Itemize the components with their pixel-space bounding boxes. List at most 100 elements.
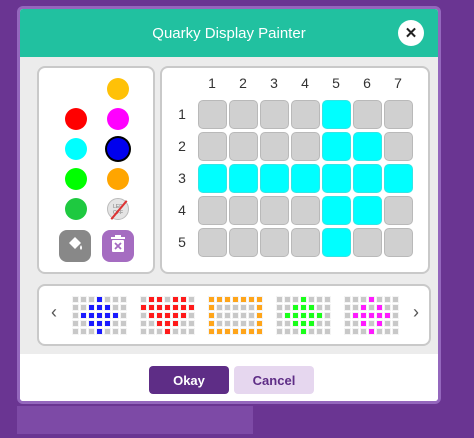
preset-pattern[interactable] <box>208 296 264 336</box>
preset-cell <box>156 304 163 311</box>
chevron-left-icon[interactable]: ‹ <box>51 302 57 323</box>
led-cell[interactable] <box>353 132 382 161</box>
led-cell[interactable] <box>260 164 289 193</box>
led-cell[interactable] <box>384 196 413 225</box>
preset-cell <box>188 296 195 303</box>
led-cell[interactable] <box>384 228 413 257</box>
preset-cell <box>148 304 155 311</box>
preset-pattern[interactable] <box>276 296 332 336</box>
led-cell[interactable] <box>291 164 320 193</box>
color-swatch-cyan[interactable] <box>65 138 87 160</box>
preset-cell <box>224 312 231 319</box>
led-cell[interactable] <box>353 164 382 193</box>
preset-pattern[interactable] <box>140 296 196 336</box>
color-swatch-white[interactable] <box>65 78 87 100</box>
led-cell[interactable] <box>291 196 320 225</box>
led-cell[interactable] <box>322 132 351 161</box>
preset-cell <box>164 320 171 327</box>
preset-cell <box>156 312 163 319</box>
led-cell[interactable] <box>198 132 227 161</box>
preset-cell <box>120 312 127 319</box>
preset-cell <box>324 320 331 327</box>
led-cell[interactable] <box>229 196 258 225</box>
led-cell[interactable] <box>353 100 382 129</box>
preset-cell <box>164 304 171 311</box>
preset-cell <box>112 312 119 319</box>
led-cell[interactable] <box>384 132 413 161</box>
preset-cell <box>392 328 399 335</box>
preset-cell <box>256 296 263 303</box>
preset-cell <box>324 328 331 335</box>
led-cell[interactable] <box>229 228 258 257</box>
led-cell[interactable] <box>291 100 320 129</box>
preset-cell <box>308 320 315 327</box>
color-swatch-orange[interactable] <box>107 168 129 190</box>
led-cell[interactable] <box>260 196 289 225</box>
led-cell[interactable] <box>198 100 227 129</box>
led-cell[interactable] <box>291 132 320 161</box>
preset-cell <box>232 304 239 311</box>
preset-carousel: ‹ › <box>37 284 431 346</box>
preset-cell <box>308 304 315 311</box>
preset-cell <box>284 320 291 327</box>
preset-cell <box>308 312 315 319</box>
color-swatch-yellow[interactable] <box>107 78 129 100</box>
led-cell[interactable] <box>229 100 258 129</box>
preset-cell <box>172 312 179 319</box>
led-cell[interactable] <box>322 164 351 193</box>
preset-cell <box>88 296 95 303</box>
preset-cell <box>324 296 331 303</box>
fill-bucket-icon <box>65 234 85 259</box>
led-cell[interactable] <box>229 132 258 161</box>
preset-cell <box>104 328 111 335</box>
led-cell[interactable] <box>353 228 382 257</box>
led-cell[interactable] <box>322 100 351 129</box>
preset-cell <box>72 320 79 327</box>
preset-cell <box>104 312 111 319</box>
preset-cell <box>80 304 87 311</box>
preset-cell <box>140 304 147 311</box>
okay-button[interactable]: Okay <box>149 366 229 394</box>
fill-tool-button[interactable] <box>59 230 91 262</box>
close-button[interactable]: ✕ <box>398 20 424 46</box>
preset-cell <box>248 304 255 311</box>
preset-cell <box>316 320 323 327</box>
color-swatch-red[interactable] <box>65 108 87 130</box>
cancel-button[interactable]: Cancel <box>234 366 314 394</box>
preset-cell <box>360 296 367 303</box>
chevron-right-icon[interactable]: › <box>413 302 419 323</box>
preset-cell <box>104 304 111 311</box>
color-swatch-magenta[interactable] <box>107 108 129 130</box>
preset-cell <box>248 320 255 327</box>
preset-cell <box>112 296 119 303</box>
led-cell[interactable] <box>260 100 289 129</box>
color-swatch-green[interactable] <box>65 168 87 190</box>
led-cell[interactable] <box>291 228 320 257</box>
preset-pattern[interactable] <box>344 296 400 336</box>
led-cell[interactable] <box>198 164 227 193</box>
color-swatch-dark-green[interactable] <box>65 198 87 220</box>
preset-cell <box>208 296 215 303</box>
clear-tool-button[interactable] <box>102 230 134 262</box>
row-label-2: 2 <box>178 138 186 154</box>
led-cell[interactable] <box>198 228 227 257</box>
led-cell[interactable] <box>322 228 351 257</box>
led-cell[interactable] <box>260 228 289 257</box>
preset-cell <box>352 304 359 311</box>
preset-pattern[interactable] <box>72 296 128 336</box>
led-cell[interactable] <box>260 132 289 161</box>
preset-cell <box>164 328 171 335</box>
preset-cell <box>80 296 87 303</box>
column-label-1: 1 <box>208 75 216 91</box>
preset-cell <box>240 304 247 311</box>
preset-cell <box>248 312 255 319</box>
led-cell[interactable] <box>353 196 382 225</box>
preset-cell <box>324 304 331 311</box>
led-cell[interactable] <box>229 164 258 193</box>
led-cell[interactable] <box>384 100 413 129</box>
led-cell[interactable] <box>322 196 351 225</box>
color-swatch-blue[interactable] <box>107 138 129 160</box>
led-cell[interactable] <box>198 196 227 225</box>
led-cell[interactable] <box>384 164 413 193</box>
led-off-swatch[interactable]: LED OFF <box>107 198 129 220</box>
